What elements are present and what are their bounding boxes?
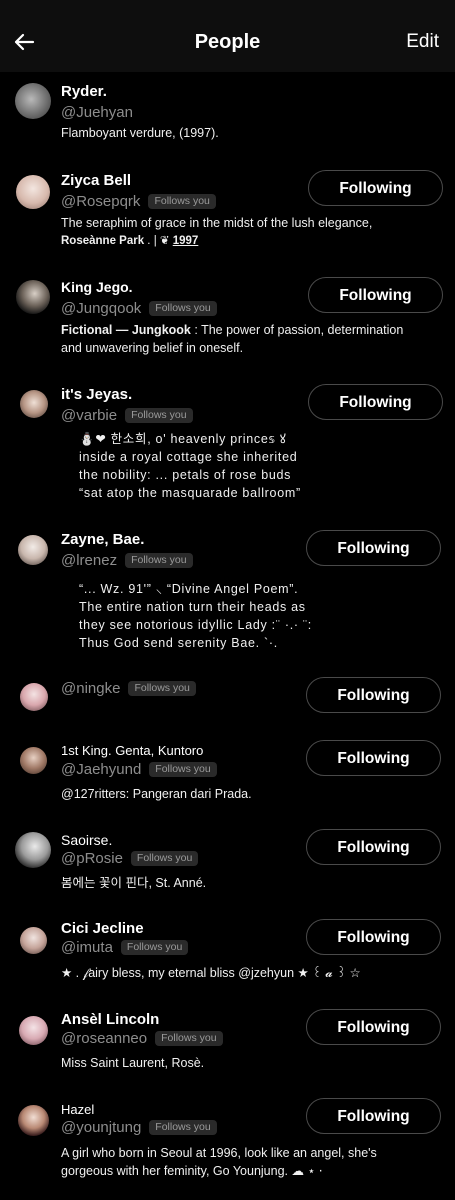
- follows-you-badge: Follows you: [148, 194, 216, 209]
- avatar[interactable]: [20, 390, 48, 418]
- user-handle: @ningke: [61, 680, 121, 697]
- user-bio: “... Wz. 91'” ⸜ “Divine Angel Poem”.: [79, 582, 299, 596]
- user-name: Zayne, Bae.: [61, 531, 145, 548]
- user-handle: @Rosepqrk: [61, 193, 141, 210]
- user-bio: gorgeous with her feminity, Go Younjung.…: [61, 1164, 323, 1178]
- avatar[interactable]: [20, 683, 48, 711]
- user-name: Hazel: [61, 1102, 95, 1117]
- follows-you-badge: Follows you: [149, 1120, 217, 1135]
- user-bio: 봄에는 꽃이 핀다, St. Anné.: [61, 876, 207, 890]
- user-handle: @Jaehyund: [61, 761, 142, 778]
- user-name: King Jego.: [61, 279, 133, 295]
- following-button[interactable]: Following: [306, 677, 441, 713]
- bio-text: : The power of passion, determination: [190, 323, 404, 337]
- user-bio-line: Roseànne Park . | ❦ 1997: [61, 233, 198, 250]
- following-button[interactable]: Following: [308, 277, 443, 313]
- avatar[interactable]: [16, 175, 50, 209]
- user-handle: @Jungqook: [61, 300, 142, 317]
- following-button[interactable]: Following: [306, 829, 441, 865]
- user-bio: ★ . 𝒻airy bless, my eternal bliss @jzehy…: [61, 966, 361, 980]
- following-button[interactable]: Following: [306, 1098, 441, 1134]
- following-button[interactable]: Following: [306, 740, 441, 776]
- following-button[interactable]: Following: [306, 1009, 441, 1045]
- user-handle: @varbie: [61, 407, 118, 424]
- follows-you-badge: Follows you: [128, 681, 196, 696]
- bio-strong: Roseànne Park: [61, 235, 145, 247]
- avatar[interactable]: [19, 1016, 48, 1045]
- user-bio: A girl who born in Seoul at 1996, look l…: [61, 1146, 377, 1160]
- avatar[interactable]: [16, 280, 50, 314]
- top-bar: People Edit: [0, 0, 455, 72]
- user-bio: they see notorious idyllic Lady :¨ ·.· ¨…: [79, 618, 312, 632]
- page-title: People: [194, 31, 261, 53]
- avatar[interactable]: [15, 832, 51, 868]
- user-bio-line: Fictional — Jungkook : The power of pass…: [61, 322, 403, 339]
- following-button[interactable]: Following: [306, 919, 441, 955]
- user-bio: inside a royal cottage she inherited: [79, 450, 298, 464]
- avatar[interactable]: [18, 1105, 49, 1136]
- avatar[interactable]: [20, 927, 47, 954]
- user-bio: the nobility: ... petals of rose buds: [79, 468, 292, 482]
- bio-strong: Fictional — Jungkook: [61, 323, 191, 337]
- user-handle: @pRosie: [61, 850, 123, 867]
- follows-you-badge: Follows you: [155, 1031, 223, 1046]
- user-bio: “sat atop the masquarade ballroom”: [79, 486, 301, 500]
- user-bio: The seraphim of grace in the midst of th…: [61, 216, 373, 230]
- user-name: 1st King. Genta, Kuntoro: [61, 743, 204, 758]
- avatar[interactable]: [18, 535, 48, 565]
- user-bio: ⛄❤ 한소희, o' heavenly prince𝕤 ꙋ: [79, 432, 287, 446]
- user-bio: Miss Saint Laurent, Rosè.: [61, 1056, 205, 1070]
- follows-you-badge: Follows you: [149, 762, 217, 777]
- avatar[interactable]: [15, 83, 51, 119]
- user-bio: and unwavering belief in oneself.: [61, 341, 244, 355]
- follows-you-badge: Follows you: [149, 301, 217, 316]
- user-name: Cici Jecline: [61, 920, 144, 937]
- user-name: Ryder.: [61, 83, 107, 100]
- bio-separator: . | ❦: [144, 235, 173, 247]
- user-handle: @lrenez: [61, 552, 118, 569]
- user-name: Ziyca Bell: [61, 172, 132, 189]
- user-bio: The entire nation turn their heads as: [79, 600, 306, 614]
- user-handle: @younjtung: [61, 1119, 142, 1136]
- user-handle: @imuta: [61, 939, 113, 956]
- user-handle: @Juehyan: [61, 104, 133, 121]
- user-bio: Thus God send serenity Bae. `·.: [79, 636, 278, 650]
- user-handle: @roseanneo: [61, 1030, 148, 1047]
- following-button[interactable]: Following: [308, 384, 443, 420]
- edit-button[interactable]: Edit: [406, 31, 439, 53]
- bio-link[interactable]: 1997: [173, 235, 199, 247]
- user-bio: @127ritters: Pangeran dari Prada.: [61, 787, 252, 801]
- avatar[interactable]: [20, 747, 47, 774]
- following-button[interactable]: Following: [306, 530, 441, 566]
- following-button[interactable]: Following: [308, 170, 443, 206]
- user-name: it's Jeyas.: [61, 386, 133, 403]
- follows-you-badge: Follows you: [125, 408, 193, 423]
- follows-you-badge: Follows you: [125, 553, 193, 568]
- user-name: Saoirse.: [61, 832, 113, 848]
- user-name: Ansèl Lincoln: [61, 1011, 160, 1028]
- follows-you-badge: Follows you: [120, 940, 189, 955]
- follows-you-badge: Follows you: [130, 851, 199, 866]
- user-bio: Flamboyant verdure, (1997).: [61, 126, 219, 140]
